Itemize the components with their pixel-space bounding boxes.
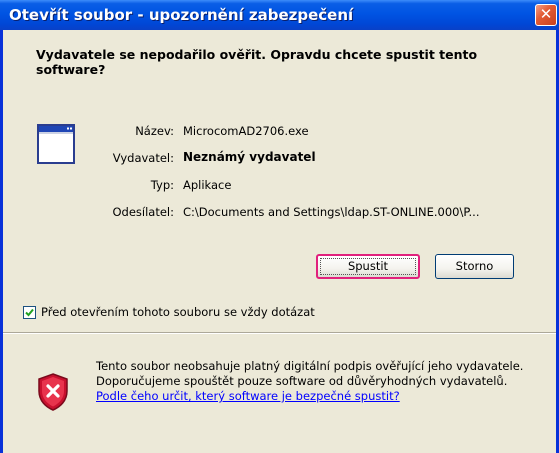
- name-label: Název:: [135, 124, 174, 138]
- warning-heading: Vydavatele se nepodařilo ověřit. Opravdu…: [36, 47, 478, 77]
- focus-rectangle: [320, 258, 416, 275]
- publisher-label: Vydavatel:: [112, 151, 174, 165]
- separator: [3, 332, 556, 334]
- close-button[interactable]: ✕: [535, 4, 557, 26]
- sender-value: C:\Documents and Settings\ldap.ST-ONLINE…: [183, 205, 480, 219]
- run-button[interactable]: Spustit: [316, 254, 420, 279]
- footer-text: Tento soubor neobsahuje platný digitální…: [96, 359, 524, 388]
- checkmark-icon: [25, 308, 34, 317]
- sender-label: Odesílatel:: [112, 205, 174, 219]
- safe-software-help-link[interactable]: Podle čeho určit, který software je bezp…: [96, 389, 400, 403]
- title-bar[interactable]: Otevřít soubor - upozornění zabezpečení …: [0, 0, 559, 30]
- name-value: MicrocomAD2706.exe: [183, 124, 309, 138]
- security-shield-icon: [38, 373, 68, 411]
- cancel-button-label: Storno: [455, 259, 494, 273]
- footer-message: Tento soubor neobsahuje platný digitální…: [96, 359, 526, 404]
- window-title: Otevřít soubor - upozornění zabezpečení: [9, 6, 354, 24]
- always-ask-checkbox[interactable]: [23, 306, 36, 319]
- type-label: Typ:: [150, 178, 174, 192]
- publisher-value: Neznámý vydavatel: [183, 150, 316, 164]
- always-ask-label[interactable]: Před otevřením tohoto souboru se vždy do…: [41, 305, 315, 319]
- security-warning-dialog: Otevřít soubor - upozornění zabezpečení …: [0, 0, 559, 453]
- type-value: Aplikace: [183, 178, 232, 192]
- cancel-button[interactable]: Storno: [435, 254, 514, 279]
